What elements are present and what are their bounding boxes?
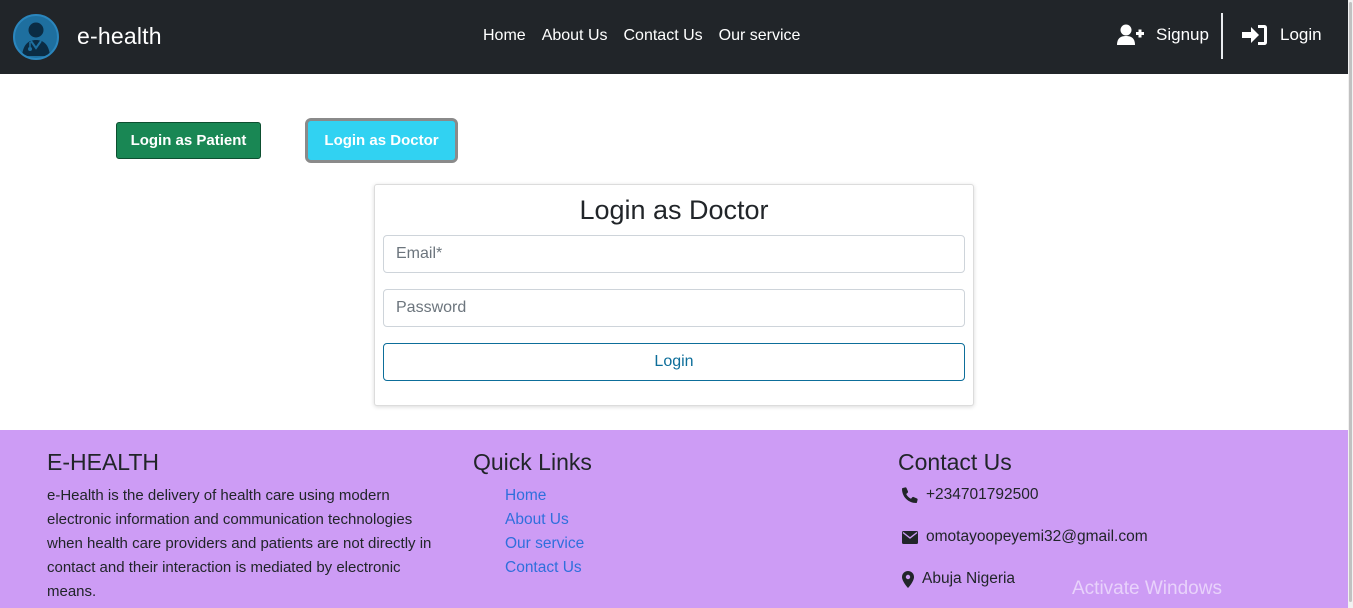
password-field[interactable] bbox=[383, 289, 965, 327]
login-card-title: Login as Doctor bbox=[579, 195, 769, 225]
footer-link-our-service[interactable]: Our service bbox=[505, 532, 584, 556]
login-as-doctor-button[interactable]: Login as Doctor bbox=[305, 118, 458, 163]
footer-quick-links: Home About Us Our service Contact Us bbox=[505, 484, 584, 580]
contact-phone-text: +234701792500 bbox=[926, 486, 1039, 503]
page-scrollbar[interactable] bbox=[1348, 0, 1353, 608]
login-card: Login as Doctor Login bbox=[374, 184, 974, 406]
signup-link[interactable]: Signup bbox=[1117, 24, 1209, 46]
envelope-icon bbox=[902, 530, 918, 544]
nav-about-us[interactable]: About Us bbox=[534, 27, 616, 47]
email-field[interactable] bbox=[383, 235, 965, 273]
map-marker-icon bbox=[902, 570, 914, 588]
sign-in-icon bbox=[1242, 25, 1267, 45]
windows-activation-watermark: Activate Windows bbox=[1072, 578, 1222, 599]
contact-email-text: omotayoopeyemi32@gmail.com bbox=[926, 528, 1148, 545]
top-navbar: e-health Home About Us Contact Us Our se… bbox=[0, 0, 1348, 74]
footer-link-about-us[interactable]: About Us bbox=[505, 508, 584, 532]
contact-address: Abuja Nigeria bbox=[902, 570, 1015, 588]
user-plus-icon bbox=[1117, 24, 1144, 45]
phone-icon bbox=[902, 487, 918, 503]
login-as-patient-button[interactable]: Login as Patient bbox=[116, 122, 261, 159]
nav-contact-us[interactable]: Contact Us bbox=[616, 27, 711, 47]
nav-divider bbox=[1221, 13, 1223, 59]
scrollbar-thumb[interactable] bbox=[1349, 2, 1352, 602]
footer-link-contact-us[interactable]: Contact Us bbox=[505, 556, 584, 580]
login-label: Login bbox=[1280, 25, 1322, 44]
contact-phone: +234701792500 bbox=[902, 486, 1039, 504]
nav-our-service[interactable]: Our service bbox=[711, 27, 809, 47]
contact-email: omotayoopeyemi32@gmail.com bbox=[902, 528, 1148, 546]
login-link[interactable]: Login bbox=[1242, 24, 1322, 46]
contact-address-text: Abuja Nigeria bbox=[922, 570, 1016, 587]
doctor-avatar-icon[interactable] bbox=[13, 14, 59, 60]
nav-home[interactable]: Home bbox=[475, 27, 534, 47]
login-submit-button[interactable]: Login bbox=[383, 343, 965, 381]
brand-name[interactable]: e-health bbox=[77, 23, 162, 50]
footer-contact-title: Contact Us bbox=[898, 449, 1012, 475]
signup-label: Signup bbox=[1156, 25, 1209, 44]
site-footer: E-HEALTH e-Health is the delivery of hea… bbox=[0, 430, 1348, 608]
footer-about-text: e-Health is the delivery of health care … bbox=[47, 487, 432, 600]
login-as-doctor-label: Login as Doctor bbox=[308, 121, 455, 160]
footer-about-title: E-HEALTH bbox=[47, 449, 160, 475]
main-nav: Home About Us Contact Us Our service bbox=[475, 27, 808, 47]
footer-link-home[interactable]: Home bbox=[505, 484, 584, 508]
footer-links-title: Quick Links bbox=[473, 449, 592, 475]
